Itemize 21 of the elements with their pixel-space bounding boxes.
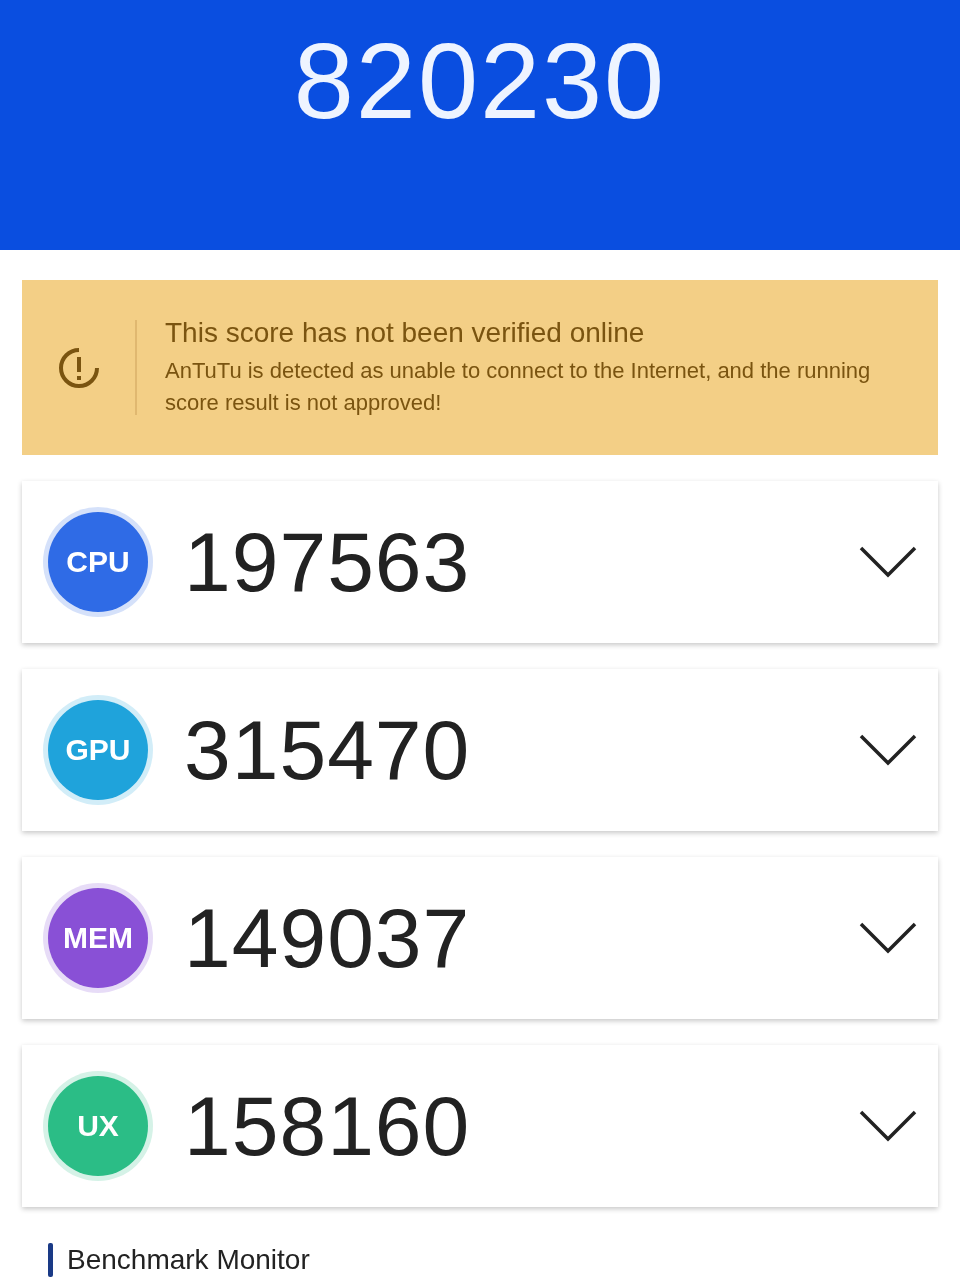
category-score: 158160 [184, 1077, 472, 1175]
score-card[interactable]: MEM 149037 [22, 857, 938, 1019]
score-card[interactable]: GPU 315470 [22, 669, 938, 831]
warning-title: This score has not been verified online [165, 316, 646, 349]
chevron-down-icon[interactable] [858, 921, 918, 955]
warning-message: AnTuTu is detected as unable to connect to the Internet, and the running score result is not approved! [165, 356, 872, 417]
category-score: 197563 [184, 513, 472, 611]
chevron-down-icon[interactable] [858, 733, 918, 767]
category-badge: MEM [48, 888, 148, 988]
score-card[interactable]: UX 158160 [22, 1045, 938, 1207]
category-score: 315470 [184, 701, 472, 799]
category-badge: GPU [48, 700, 148, 800]
total-score: 820230 [293, 22, 667, 141]
alert-icon [56, 345, 101, 390]
chevron-down-icon[interactable] [858, 1109, 918, 1143]
footer-label: Benchmark Monitor [67, 1244, 310, 1276]
score-card[interactable]: CPU 197563 [22, 481, 938, 643]
category-badge: CPU [48, 512, 148, 612]
category-badge: UX [48, 1076, 148, 1176]
chevron-down-icon[interactable] [858, 545, 918, 579]
category-score: 149037 [184, 889, 472, 987]
